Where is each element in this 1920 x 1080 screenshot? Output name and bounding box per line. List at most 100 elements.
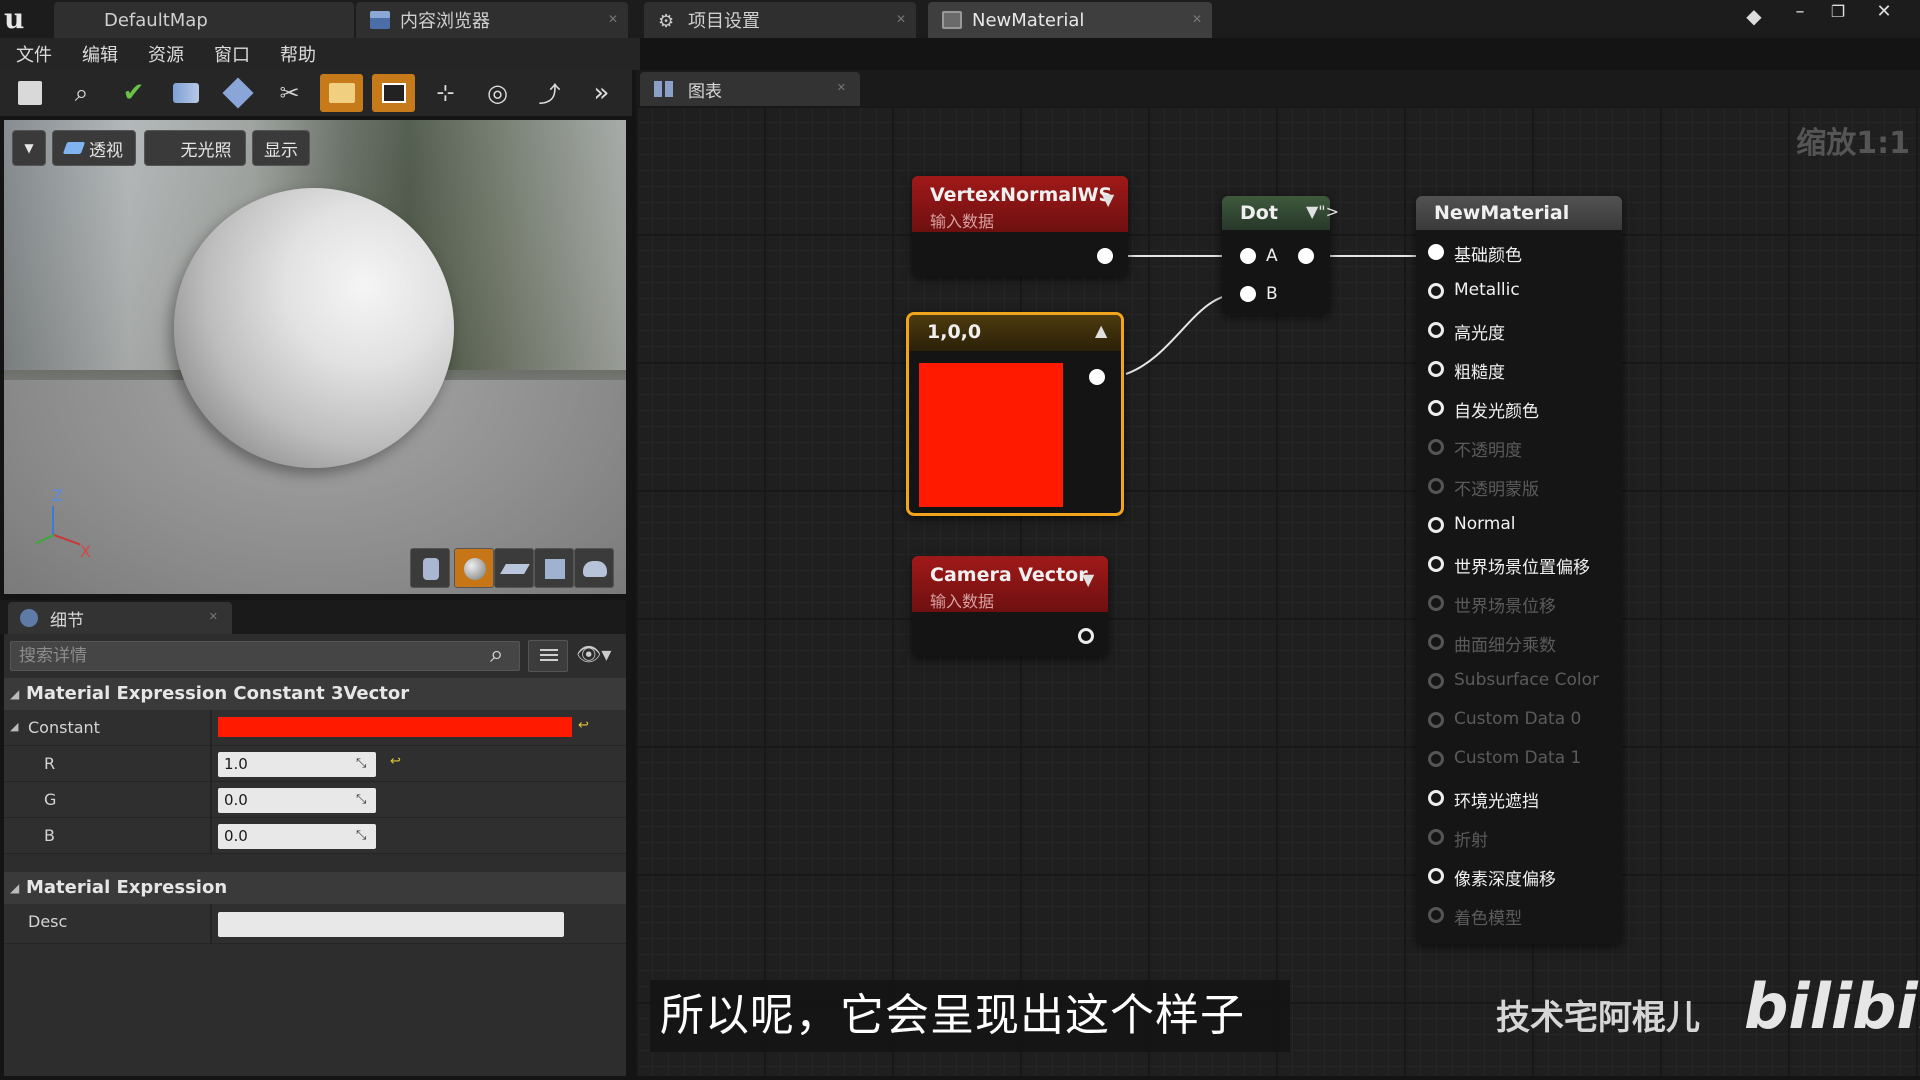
g-row: G 0.0 ⤡	[4, 782, 626, 818]
menu-edit[interactable]: 编辑	[82, 41, 118, 67]
broom-icon: ✂	[279, 79, 300, 107]
show-button[interactable]: 显示	[252, 130, 310, 166]
output-pin[interactable]	[1298, 248, 1314, 264]
reset-arrow-icon[interactable]: ↩	[390, 754, 401, 769]
node-dot[interactable]: Dot ▼"> A B	[1222, 196, 1339, 314]
perspective-icon	[62, 142, 86, 154]
tab-details[interactable]: 细节 ✕	[8, 602, 232, 634]
close-icon[interactable]: ✕	[896, 12, 906, 26]
drag-arrows-icon[interactable]: ⤡	[356, 756, 366, 771]
chevron-down-icon[interactable]: ▼	[1082, 570, 1094, 589]
material-input-pin	[1428, 712, 1444, 728]
chevron-down-icon[interactable]: ▼	[1102, 190, 1114, 209]
clean-button[interactable]: ✂	[268, 74, 311, 112]
mobile-stats-button[interactable]: ◎	[476, 74, 519, 112]
menu-help[interactable]: 帮助	[280, 41, 316, 67]
apply-button[interactable]: ✔	[112, 74, 155, 112]
search-details-input[interactable]: 搜索详情	[10, 641, 520, 671]
save-button[interactable]	[8, 74, 51, 112]
tab-new-material[interactable]: NewMaterial ✕	[928, 2, 1212, 38]
lit-mode-button[interactable]: 无光照	[144, 130, 246, 166]
live-preview-button[interactable]	[320, 74, 363, 112]
node-constant-3vector[interactable]: 1,0,0 ▲	[906, 312, 1124, 516]
browse-button[interactable]: ⌕	[60, 74, 103, 112]
collapse-arrow-icon[interactable]: ◢	[10, 720, 18, 733]
material-input-label: 环境光遮挡	[1454, 792, 1539, 812]
close-icon[interactable]: ✕	[837, 81, 846, 94]
view-options-button[interactable]	[528, 640, 568, 672]
cylinder-preview-button[interactable]	[410, 548, 450, 588]
material-input-pin[interactable]	[1428, 322, 1444, 338]
output-pin[interactable]	[1078, 628, 1094, 644]
g-value-field[interactable]: 0.0	[218, 788, 376, 813]
constant-color-swatch[interactable]	[218, 717, 572, 737]
r-value-field[interactable]: 1.0	[218, 752, 376, 777]
tab-default-map[interactable]: DefaultMap	[54, 2, 354, 38]
chevron-up-icon[interactable]: ▲	[1095, 321, 1107, 340]
material-input-pin[interactable]	[1428, 283, 1444, 299]
live-nodes-button[interactable]	[372, 74, 415, 112]
material-input-pin[interactable]	[1428, 790, 1444, 806]
eye-icon[interactable]: 👁︎▾	[576, 642, 611, 666]
preview-viewport[interactable]: ▼ 透视 无光照 显示 Z X	[4, 120, 626, 594]
cube-preview-button[interactable]	[534, 548, 574, 588]
search-icon[interactable]: ⌕	[490, 640, 503, 668]
home-button[interactable]	[216, 74, 259, 112]
desc-field[interactable]	[218, 912, 564, 937]
close-icon[interactable]: ✕	[209, 610, 218, 623]
section-constant-3vector[interactable]: ◢ Material Expression Constant 3Vector	[4, 678, 626, 710]
output-pin[interactable]	[1089, 369, 1105, 385]
search-nodes-button[interactable]	[164, 74, 207, 112]
node-new-material-result[interactable]: NewMaterial 基础颜色 Metallic 高光度 粗糙度 自发光颜色 不透明度不…	[1416, 196, 1622, 944]
b-value-field[interactable]: 0.0	[218, 824, 376, 849]
node-title: 1,0,0	[927, 321, 982, 343]
teapot-preview-button[interactable]	[574, 548, 614, 588]
drag-arrows-icon[interactable]: ⤡	[356, 828, 366, 843]
material-input-label: 折射	[1454, 831, 1488, 851]
column-divider	[210, 710, 212, 746]
tab-label: NewMaterial	[972, 9, 1085, 31]
r-row: R 1.0 ⤡ ↩	[4, 746, 626, 782]
material-input-pin[interactable]	[1428, 556, 1444, 572]
minimize-button[interactable]: –	[1782, 0, 1818, 26]
tab-content-browser[interactable]: 内容浏览器 ✕	[356, 2, 628, 38]
plane-preview-button[interactable]	[494, 548, 534, 588]
node-vertex-normal-ws[interactable]: VertexNormalWS 输入数据 ▼	[912, 176, 1128, 276]
unreal-logo-icon[interactable]: u	[4, 2, 38, 36]
reset-arrow-icon[interactable]: ↩	[578, 718, 589, 733]
material-input-pin[interactable]	[1428, 868, 1444, 884]
tab-graph[interactable]: 图表 ✕	[640, 72, 860, 106]
material-graph-canvas[interactable]: 缩放1:1 VertexNormalWS 输入数据 ▼ 1,0,0 ▲ Came…	[636, 106, 1920, 1076]
node-title: NewMaterial	[1434, 202, 1570, 224]
search-icon: ⌕	[74, 79, 89, 107]
close-icon[interactable]: ✕	[608, 12, 618, 26]
stats-button[interactable]: ⊹	[424, 74, 467, 112]
learn-icon[interactable]: ◆	[1736, 4, 1772, 30]
menu-window[interactable]: 窗口	[214, 41, 250, 67]
hlsl-button[interactable]: ⤴	[528, 74, 571, 112]
tab-label: DefaultMap	[104, 9, 208, 31]
menu-file[interactable]: 文件	[16, 41, 52, 67]
input-pin-a[interactable]	[1240, 248, 1256, 264]
close-window-button[interactable]: ✕	[1866, 0, 1902, 26]
close-icon[interactable]: ✕	[1192, 12, 1202, 26]
perspective-button[interactable]: 透视	[52, 130, 136, 166]
input-pin-b[interactable]	[1240, 286, 1256, 302]
axis-z-label: Z	[52, 486, 63, 505]
section-material-expression[interactable]: ◢ Material Expression	[4, 872, 626, 904]
material-input-pin[interactable]	[1428, 400, 1444, 416]
output-pin[interactable]	[1097, 248, 1113, 264]
material-input-pin[interactable]	[1428, 361, 1444, 377]
node-camera-vector[interactable]: Camera Vector 输入数据 ▼	[912, 556, 1108, 656]
sphere-preview-button[interactable]	[454, 548, 494, 588]
material-input-pin[interactable]	[1428, 517, 1444, 533]
viewport-options-button[interactable]: ▼	[12, 130, 46, 166]
more-button[interactable]: »	[580, 74, 623, 112]
menu-asset[interactable]: 资源	[148, 41, 184, 67]
maximize-button[interactable]: ❐	[1820, 0, 1856, 26]
tab-label: 项目设置	[688, 11, 760, 32]
drag-arrows-icon[interactable]: ⤡	[356, 792, 366, 807]
material-input-pin[interactable]	[1428, 244, 1444, 260]
chevron-down-icon[interactable]: ▼">	[1306, 202, 1339, 221]
tab-project-settings[interactable]: ⚙ 项目设置 ✕	[644, 2, 916, 38]
